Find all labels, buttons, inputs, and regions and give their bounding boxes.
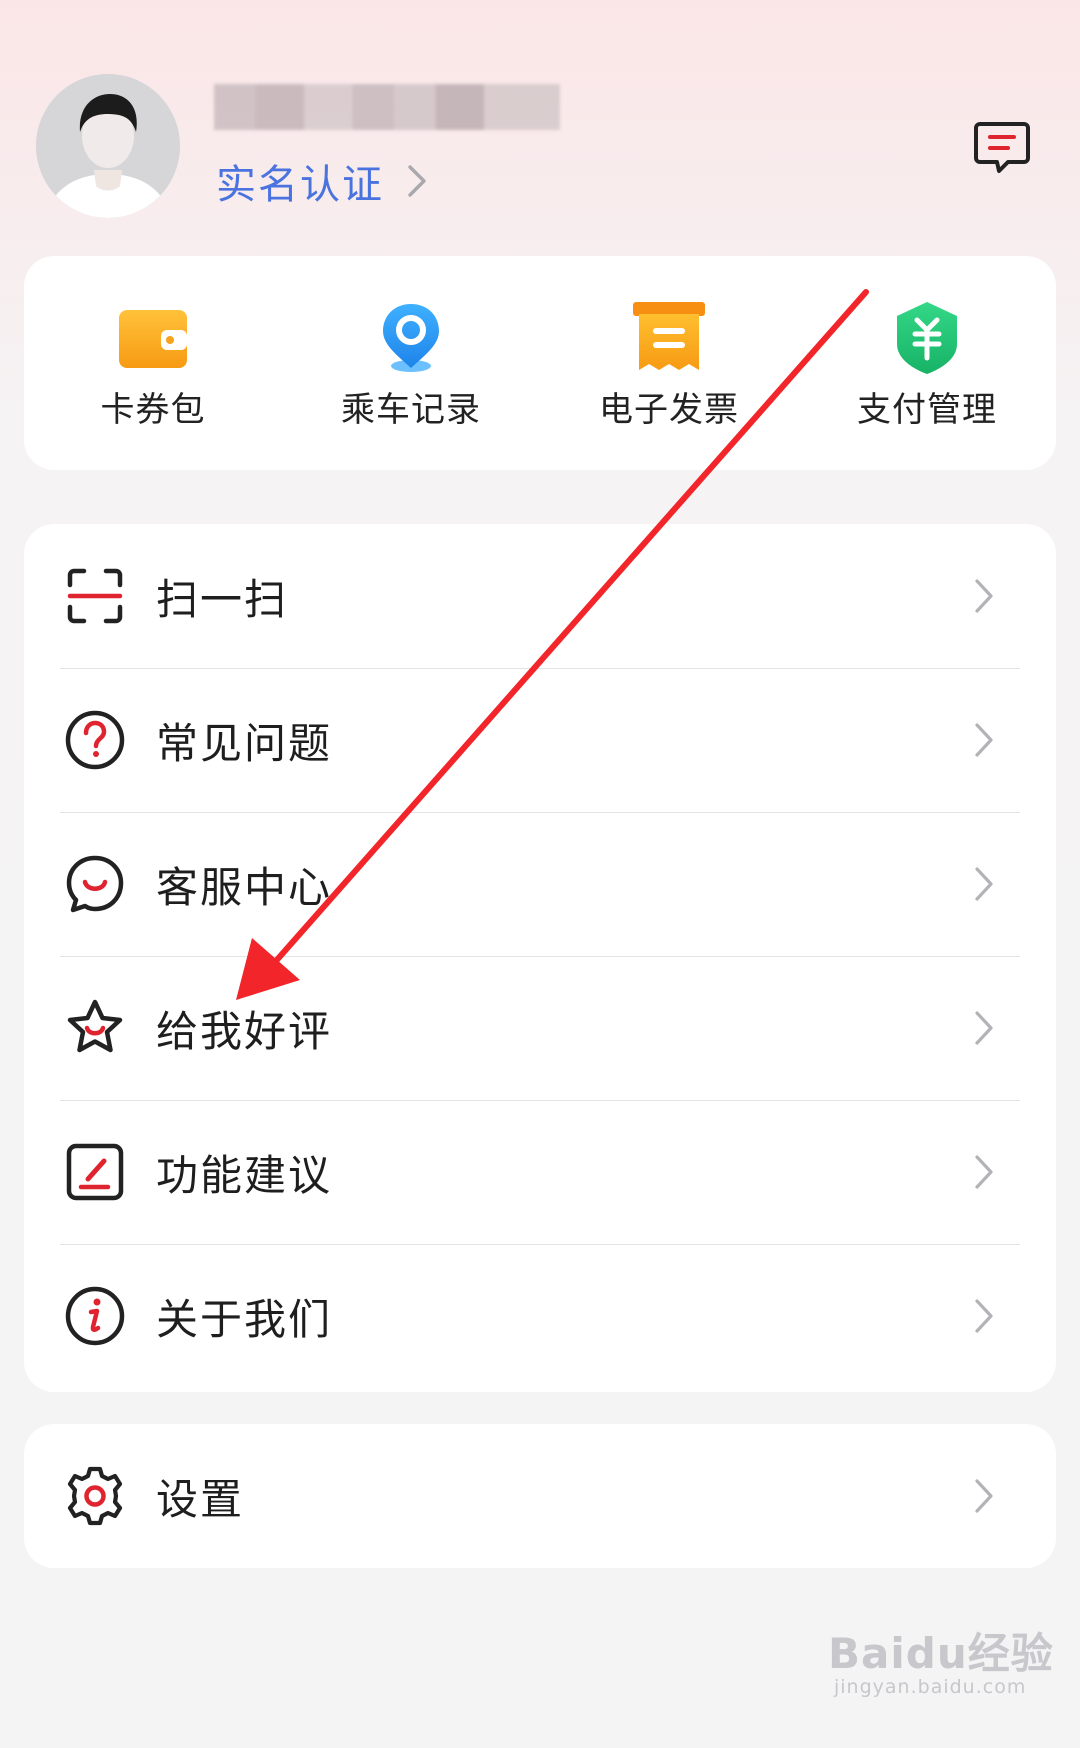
menu-item-faq[interactable]: 常见问题 [24, 668, 1056, 812]
edit-icon [66, 1143, 124, 1201]
user-avatar-icon [36, 74, 180, 218]
watermark-brand: Baidu经验 [828, 1629, 1054, 1678]
chevron-right-icon [975, 723, 993, 757]
chevron-right-icon [408, 165, 426, 197]
chevron-right-icon [975, 867, 993, 901]
menu-label: 关于我们 [156, 1294, 333, 1344]
menu-list: 扫一扫 常见问题 客服中心 给我好评 功能建议 关于我们 [24, 524, 1056, 1392]
quick-item-payment[interactable]: 支付管理 [798, 256, 1056, 470]
quick-item-e-invoice[interactable]: 电子发票 [540, 256, 798, 470]
menu-item-feedback[interactable]: 功能建议 [24, 1100, 1056, 1244]
quick-actions-card: 卡券包 乘车记录 电子发票 支付管理 [24, 256, 1056, 470]
menu-item-customer-service[interactable]: 客服中心 [24, 812, 1056, 956]
avatar[interactable] [36, 74, 180, 218]
yuan-shield-icon [897, 302, 957, 374]
quick-item-coupons[interactable]: 卡券包 [24, 256, 282, 470]
chevron-right-icon [975, 1479, 993, 1513]
menu-label: 设置 [156, 1474, 245, 1524]
username-blurred [214, 84, 560, 130]
gear-icon [67, 1466, 123, 1526]
watermark-url: jingyan.baidu.com [834, 1676, 1027, 1698]
menu-item-scan[interactable]: 扫一扫 [24, 524, 1056, 668]
settings-card: 设置 [24, 1424, 1056, 1568]
menu-label: 客服中心 [156, 862, 333, 912]
chevron-right-icon [975, 1155, 993, 1189]
chevron-right-icon [975, 1299, 993, 1333]
star-icon [67, 999, 123, 1053]
chevron-right-icon [975, 1011, 993, 1045]
info-icon [65, 1286, 125, 1346]
menu-label: 给我好评 [156, 1006, 333, 1056]
menu-item-rate-us[interactable]: 给我好评 [24, 956, 1056, 1100]
realname-link[interactable]: 实名认证 [216, 152, 428, 210]
menu-label: 常见问题 [156, 718, 333, 768]
wallet-icon [119, 310, 187, 368]
location-pin-icon [383, 304, 439, 372]
quick-label: 电子发票 [599, 390, 739, 430]
chevron-right-icon [975, 579, 993, 613]
menu-item-settings[interactable]: 设置 [24, 1424, 1056, 1568]
quick-label: 卡券包 [100, 390, 206, 430]
watermark: Baidu经验 jingyan.baidu.com [828, 1629, 1054, 1699]
menu-item-about[interactable]: 关于我们 [24, 1244, 1056, 1388]
menu-label: 扫一扫 [156, 574, 289, 624]
quick-item-ride-records[interactable]: 乘车记录 [282, 256, 540, 470]
quick-label: 支付管理 [857, 390, 997, 430]
message-icon[interactable] [972, 118, 1032, 178]
menu-label: 功能建议 [156, 1150, 333, 1200]
invoice-icon [633, 302, 705, 370]
chat-bubble-icon [66, 855, 124, 913]
question-icon [65, 710, 125, 770]
realname-label: 实名认证 [216, 162, 384, 208]
scan-icon [67, 568, 123, 624]
quick-label: 乘车记录 [341, 390, 481, 430]
